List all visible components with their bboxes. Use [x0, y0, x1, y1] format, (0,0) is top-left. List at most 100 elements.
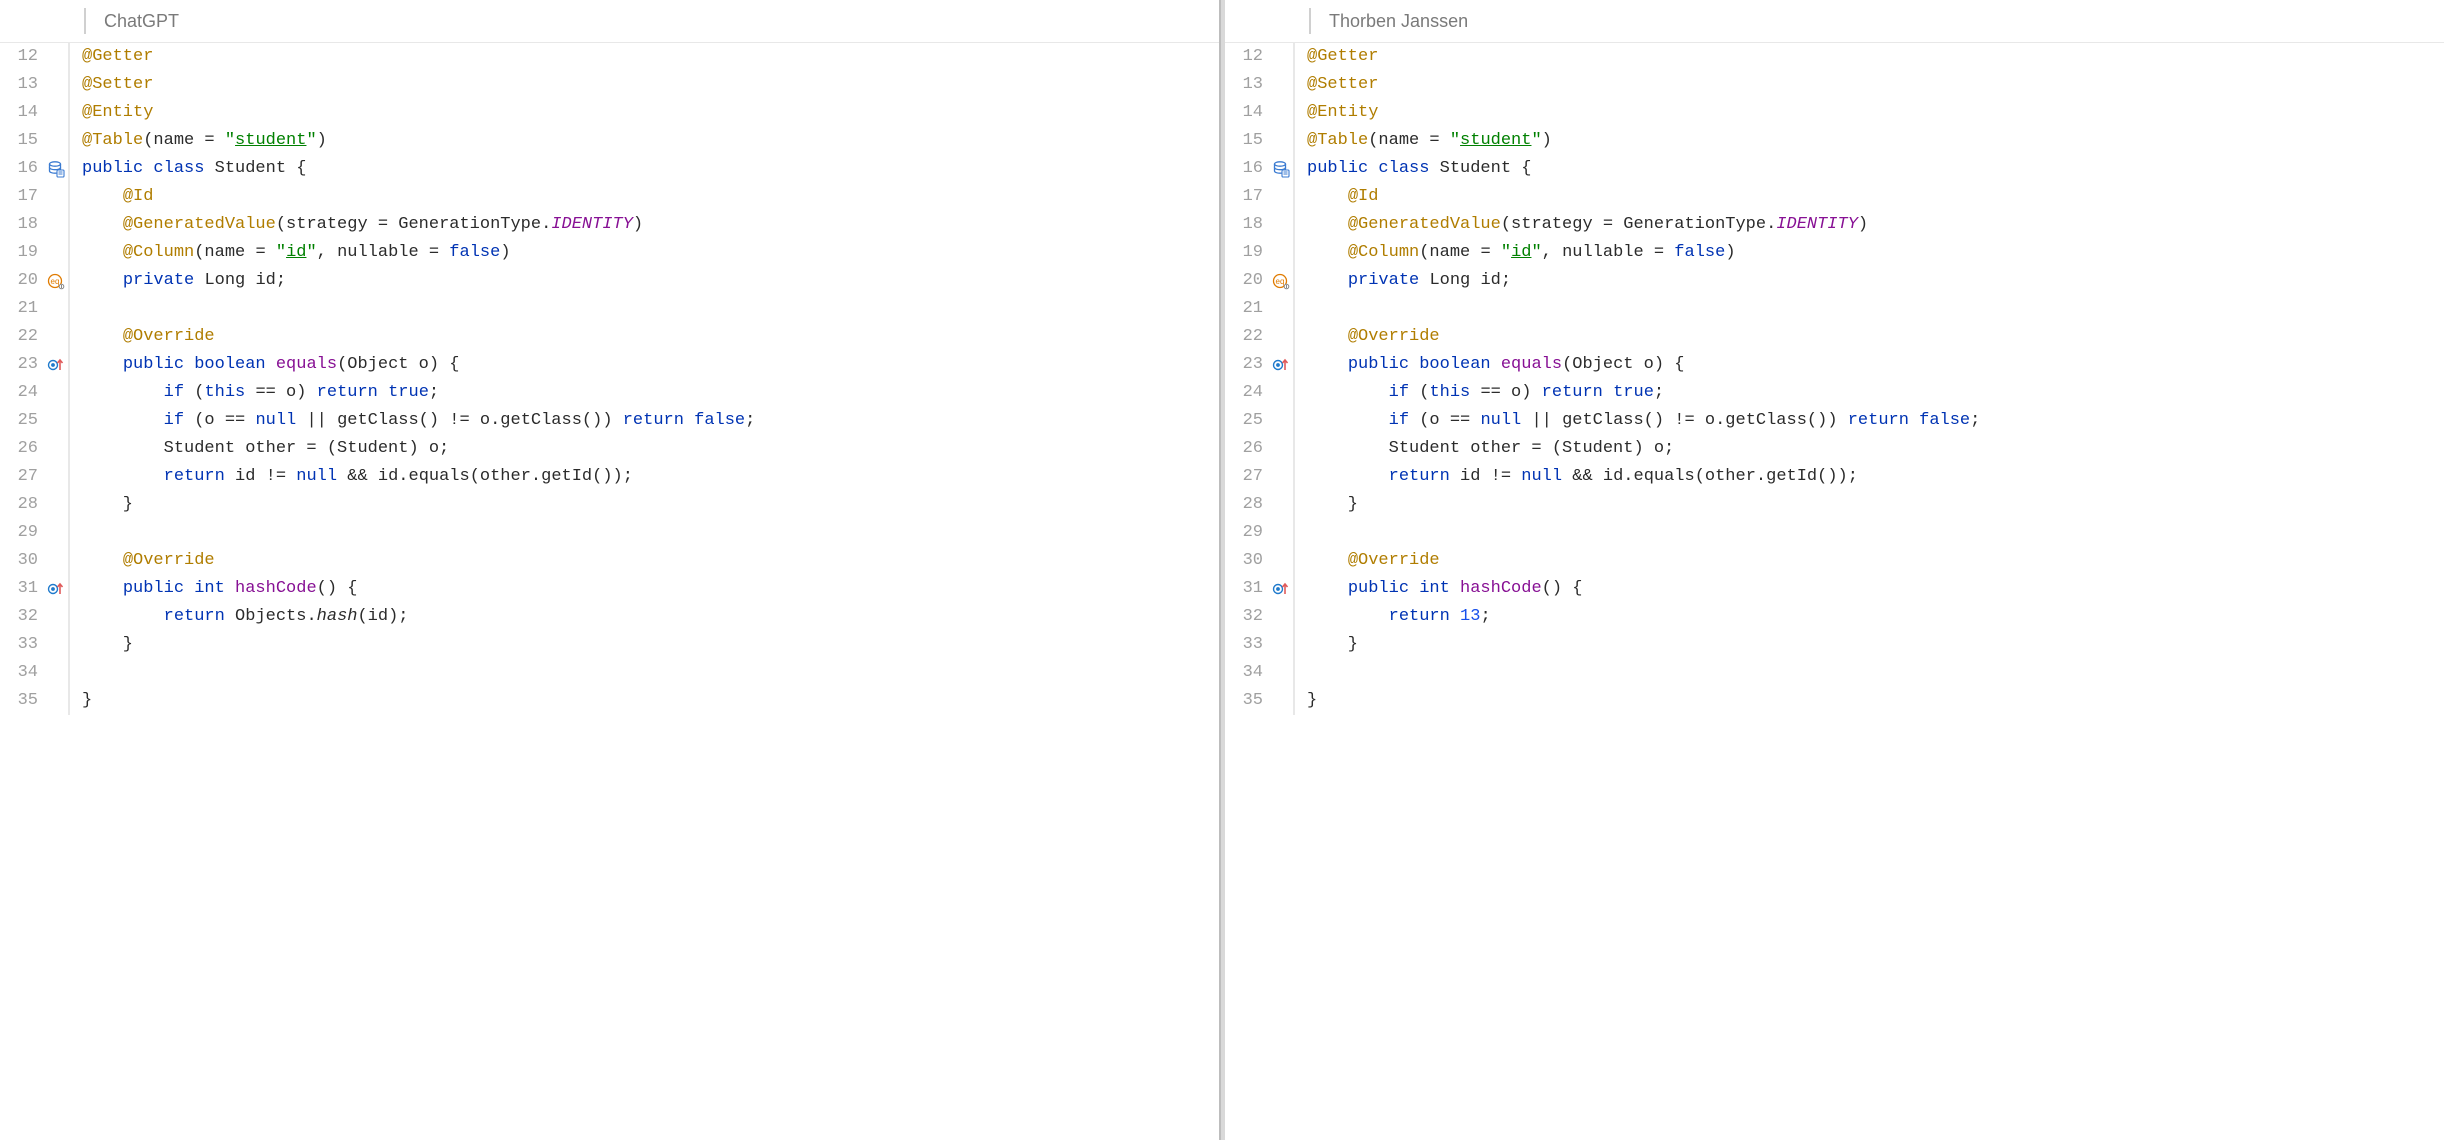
gutter-icon-slot[interactable] — [44, 155, 68, 183]
code-line[interactable]: 31 public int hashCode() { — [0, 575, 1219, 603]
code-line[interactable]: 29 — [1225, 519, 2444, 547]
code-content[interactable]: @Override — [82, 547, 1219, 575]
code-content[interactable]: return id != null && id.equals(other.get… — [1307, 463, 2444, 491]
code-content[interactable]: @Override — [82, 323, 1219, 351]
code-content[interactable]: private Long id; — [82, 267, 1219, 295]
code-content[interactable]: public class Student { — [82, 155, 1219, 183]
code-content[interactable]: @Setter — [82, 71, 1219, 99]
code-line[interactable]: 19 @Column(name = "id", nullable = false… — [0, 239, 1219, 267]
code-content[interactable]: if (this == o) return true; — [1307, 379, 2444, 407]
code-line[interactable]: 30 @Override — [1225, 547, 2444, 575]
code-line[interactable]: 22 @Override — [0, 323, 1219, 351]
code-content[interactable]: return Objects.hash(id); — [82, 603, 1219, 631]
code-line[interactable]: 20eq private Long id; — [1225, 267, 2444, 295]
code-content[interactable]: @Column(name = "id", nullable = false) — [82, 239, 1219, 267]
code-content[interactable]: @GeneratedValue(strategy = GenerationTyp… — [1307, 211, 2444, 239]
code-line[interactable]: 12@Getter — [0, 43, 1219, 71]
code-content[interactable]: @Override — [1307, 547, 2444, 575]
code-content[interactable]: } — [82, 687, 1219, 715]
code-content[interactable]: @GeneratedValue(strategy = GenerationTyp… — [82, 211, 1219, 239]
code-line[interactable]: 35} — [1225, 687, 2444, 715]
code-line[interactable]: 25 if (o == null || getClass() != o.getC… — [0, 407, 1219, 435]
code-line[interactable]: 26 Student other = (Student) o; — [1225, 435, 2444, 463]
code-content[interactable]: return 13; — [1307, 603, 2444, 631]
code-content[interactable]: @Id — [82, 183, 1219, 211]
code-line[interactable]: 20eq private Long id; — [0, 267, 1219, 295]
code-line[interactable]: 28 } — [0, 491, 1219, 519]
gutter-icon-slot[interactable] — [1269, 575, 1293, 603]
code-content[interactable]: Student other = (Student) o; — [1307, 435, 2444, 463]
code-line[interactable]: 14@Entity — [1225, 99, 2444, 127]
code-content[interactable]: public boolean equals(Object o) { — [1307, 351, 2444, 379]
gutter-icon-slot[interactable] — [44, 575, 68, 603]
code-content[interactable]: @Entity — [82, 99, 1219, 127]
code-line[interactable]: 18 @GeneratedValue(strategy = Generation… — [0, 211, 1219, 239]
gutter-icon-slot[interactable] — [44, 351, 68, 379]
code-line[interactable]: 33 } — [1225, 631, 2444, 659]
pane-divider[interactable] — [1219, 0, 1221, 1140]
code-line[interactable]: 18 @GeneratedValue(strategy = Generation… — [1225, 211, 2444, 239]
code-line[interactable]: 29 — [0, 519, 1219, 547]
code-line[interactable]: 21 — [0, 295, 1219, 323]
code-content[interactable]: @Setter — [1307, 71, 2444, 99]
code-line[interactable]: 13@Setter — [1225, 71, 2444, 99]
left-editor[interactable]: 12@Getter13@Setter14@Entity15@Table(name… — [0, 43, 1219, 1140]
code-content[interactable]: @Getter — [82, 43, 1219, 71]
gutter-icon-slot[interactable]: eq — [44, 267, 68, 295]
code-content[interactable]: } — [82, 631, 1219, 659]
code-line[interactable]: 13@Setter — [0, 71, 1219, 99]
code-content[interactable]: public int hashCode() { — [82, 575, 1219, 603]
gutter-icon-slot[interactable] — [1269, 155, 1293, 183]
code-content[interactable]: if (o == null || getClass() != o.getClas… — [1307, 407, 2444, 435]
code-content[interactable]: public boolean equals(Object o) { — [82, 351, 1219, 379]
code-line[interactable]: 16public class Student { — [1225, 155, 2444, 183]
code-line[interactable]: 35} — [0, 687, 1219, 715]
code-line[interactable]: 32 return 13; — [1225, 603, 2444, 631]
code-line[interactable]: 33 } — [0, 631, 1219, 659]
code-content[interactable]: } — [1307, 631, 2444, 659]
code-content[interactable]: @Entity — [1307, 99, 2444, 127]
code-content[interactable]: @Table(name = "student") — [82, 127, 1219, 155]
code-line[interactable]: 23 public boolean equals(Object o) { — [0, 351, 1219, 379]
code-content[interactable]: } — [82, 491, 1219, 519]
code-content[interactable]: @Column(name = "id", nullable = false) — [1307, 239, 2444, 267]
code-line[interactable]: 34 — [0, 659, 1219, 687]
code-line[interactable]: 25 if (o == null || getClass() != o.getC… — [1225, 407, 2444, 435]
code-content[interactable]: private Long id; — [1307, 267, 2444, 295]
code-line[interactable]: 32 return Objects.hash(id); — [0, 603, 1219, 631]
code-content[interactable]: Student other = (Student) o; — [82, 435, 1219, 463]
code-content[interactable]: public int hashCode() { — [1307, 575, 2444, 603]
code-content[interactable]: return id != null && id.equals(other.get… — [82, 463, 1219, 491]
code-content[interactable]: @Table(name = "student") — [1307, 127, 2444, 155]
code-line[interactable]: 15@Table(name = "student") — [1225, 127, 2444, 155]
code-line[interactable]: 22 @Override — [1225, 323, 2444, 351]
code-line[interactable]: 24 if (this == o) return true; — [0, 379, 1219, 407]
code-line[interactable]: 27 return id != null && id.equals(other.… — [0, 463, 1219, 491]
gutter-icon-slot[interactable]: eq — [1269, 267, 1293, 295]
code-line[interactable]: 12@Getter — [1225, 43, 2444, 71]
code-line[interactable]: 17 @Id — [1225, 183, 2444, 211]
right-editor[interactable]: 12@Getter13@Setter14@Entity15@Table(name… — [1225, 43, 2444, 1140]
code-line[interactable]: 23 public boolean equals(Object o) { — [1225, 351, 2444, 379]
code-content[interactable]: @Id — [1307, 183, 2444, 211]
code-line[interactable]: 28 } — [1225, 491, 2444, 519]
code-content[interactable]: if (this == o) return true; — [82, 379, 1219, 407]
code-content[interactable]: public class Student { — [1307, 155, 2444, 183]
code-line[interactable]: 31 public int hashCode() { — [1225, 575, 2444, 603]
code-line[interactable]: 21 — [1225, 295, 2444, 323]
code-line[interactable]: 26 Student other = (Student) o; — [0, 435, 1219, 463]
code-content[interactable]: } — [1307, 687, 2444, 715]
gutter-icon-slot[interactable] — [1269, 351, 1293, 379]
code-line[interactable]: 34 — [1225, 659, 2444, 687]
code-line[interactable]: 19 @Column(name = "id", nullable = false… — [1225, 239, 2444, 267]
code-line[interactable]: 15@Table(name = "student") — [0, 127, 1219, 155]
code-content[interactable]: @Override — [1307, 323, 2444, 351]
code-line[interactable]: 14@Entity — [0, 99, 1219, 127]
code-line[interactable]: 30 @Override — [0, 547, 1219, 575]
code-content[interactable]: } — [1307, 491, 2444, 519]
code-line[interactable]: 24 if (this == o) return true; — [1225, 379, 2444, 407]
code-line[interactable]: 17 @Id — [0, 183, 1219, 211]
code-content[interactable]: @Getter — [1307, 43, 2444, 71]
code-line[interactable]: 27 return id != null && id.equals(other.… — [1225, 463, 2444, 491]
code-line[interactable]: 16public class Student { — [0, 155, 1219, 183]
